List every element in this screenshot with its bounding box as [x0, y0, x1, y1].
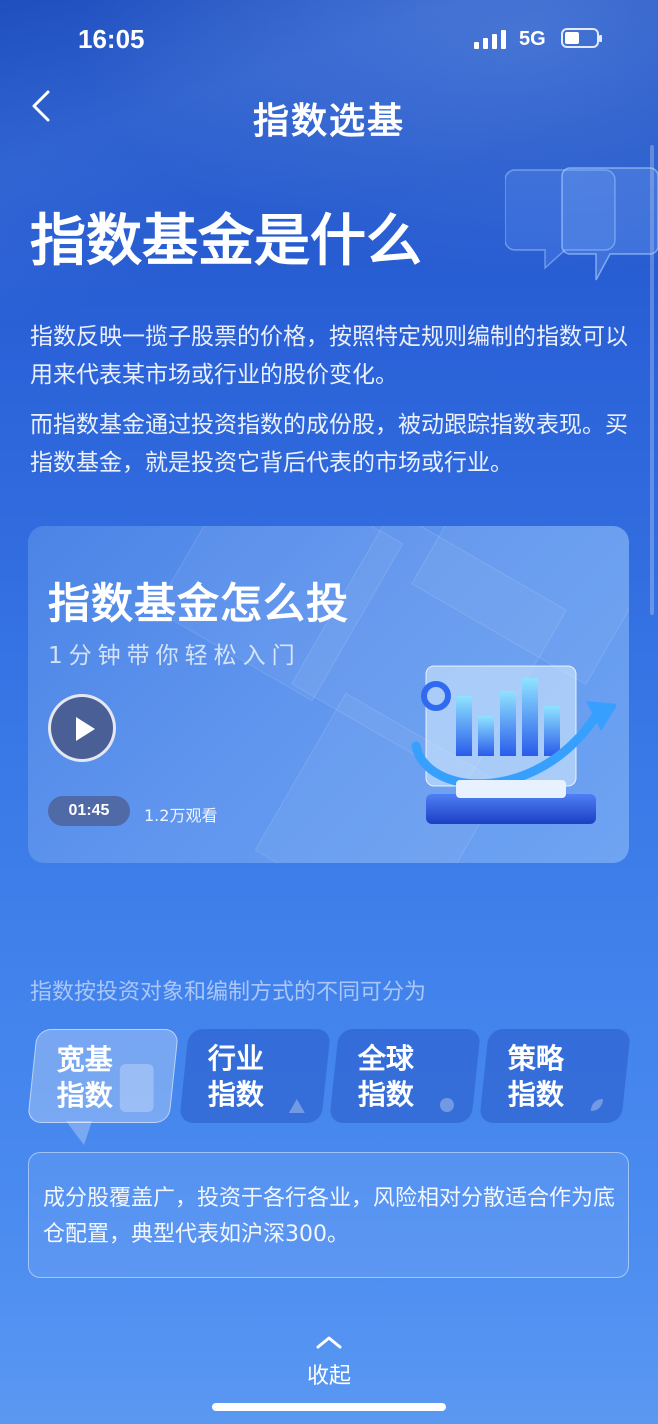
battery-icon: [561, 28, 602, 48]
video-views: 1.2万观看: [144, 806, 218, 825]
category-caption: 指数按投资对象和编制方式的不同可分为: [30, 980, 427, 1005]
page-title: 指数选基: [252, 101, 405, 142]
tab-label: 策略 指数: [507, 1042, 564, 1111]
play-button[interactable]: [48, 694, 116, 762]
signal-icon: [474, 30, 506, 49]
category-description: 成分股覆盖广，投资于各行各业，风险相对分散适合作为底仓配置，典型代表如沪深300…: [43, 1186, 616, 1247]
tab-label: 行业 指数: [207, 1042, 264, 1111]
tab-global-index[interactable]: 全球 指数: [329, 1029, 481, 1123]
bar-chart-illustration: [411, 665, 616, 824]
chevron-up-icon: [316, 1336, 342, 1349]
video-card[interactable]: 指数基金怎么投 1分钟带你轻松入门 01:45 1.2万观看: [28, 526, 629, 863]
intro-paragraph-2: 而指数基金通过投资指数的成份股，被动跟踪指数表现。买指数基金，就是投资它背后代表…: [30, 412, 628, 476]
intro-paragraph-1: 指数反映一揽子股票的价格，按照特定规则编制的指数可以用来代表某市场或行业的股价变…: [30, 324, 628, 388]
tab-label: 宽基 指数: [56, 1043, 113, 1112]
chat-bubbles-decoration: [505, 167, 658, 281]
intro-heading: 指数基金是什么: [30, 209, 422, 274]
tab-broad-index[interactable]: 宽基 指数: [27, 1029, 179, 1123]
collapse-button[interactable]: [0, 1334, 658, 1353]
home-indicator: [212, 1403, 446, 1411]
status-time: 16:05: [78, 24, 145, 54]
tab-strategy-index[interactable]: 策略 指数: [479, 1029, 631, 1123]
network-type: 5G: [519, 28, 546, 50]
collapse-label[interactable]: 收起: [0, 1358, 658, 1390]
tab-pointer: [66, 1121, 92, 1145]
card-icon: [119, 1064, 154, 1112]
video-title: 指数基金怎么投: [48, 579, 350, 628]
status-bar: 16:05 5G: [0, 0, 658, 80]
leaf-icon: [590, 1099, 603, 1111]
circle-icon: [439, 1098, 454, 1112]
tab-industry-index[interactable]: 行业 指数: [179, 1029, 331, 1123]
triangle-icon: [288, 1099, 305, 1113]
category-description-box: 成分股覆盖广，投资于各行各业，风险相对分散适合作为底仓配置，典型代表如沪深300…: [28, 1152, 629, 1278]
video-subtitle: 1分钟带你轻松入门: [48, 643, 301, 669]
tab-label: 全球 指数: [357, 1042, 414, 1111]
play-icon: [76, 717, 95, 741]
video-duration: 01:45: [48, 796, 130, 826]
